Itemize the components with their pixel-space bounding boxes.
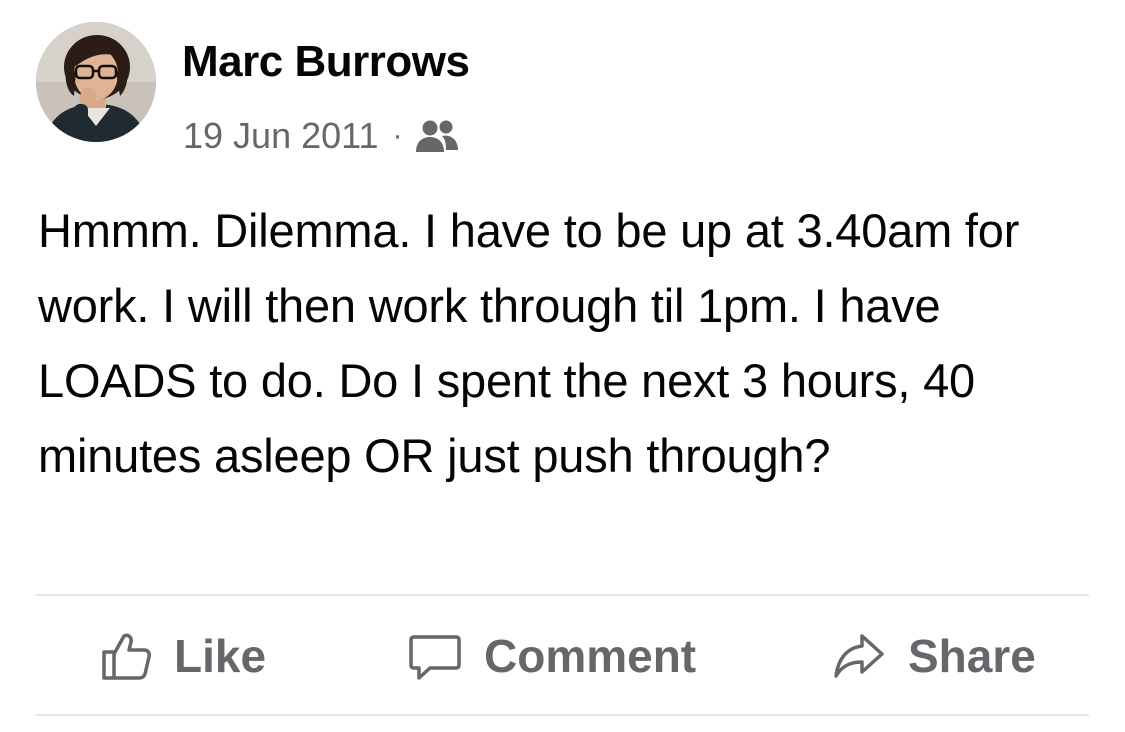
meta-separator: · [392,119,403,152]
avatar[interactable] [36,22,156,142]
thumbs-up-icon [102,633,151,680]
like-label: Like [174,630,267,682]
author-name[interactable]: Marc Burrows [182,40,470,84]
post-header: Marc Burrows 19 Jun 2011 · [36,22,1086,154]
divider [36,594,1089,596]
divider [36,714,1089,716]
comment-bubble-icon [409,635,461,680]
post-date[interactable]: 19 Jun 2011 [183,118,379,154]
share-button[interactable]: Share [832,600,1036,712]
post-text: Hmmm. Dilemma. I have to be up at 3.40am… [38,204,1020,482]
share-label: Share [908,630,1036,682]
friends-icon[interactable] [415,118,459,154]
comment-label: Comment [484,630,697,682]
like-button[interactable]: Like [100,600,266,712]
post-meta: 19 Jun 2011 · [183,118,459,154]
facebook-post: Marc Burrows 19 Jun 2011 · Hmmm. Dilemma… [0,0,1125,732]
post-actions-bar: Like Comment Share [36,600,1089,712]
comment-button[interactable]: Comment [408,600,696,712]
share-arrow-icon [834,634,884,678]
